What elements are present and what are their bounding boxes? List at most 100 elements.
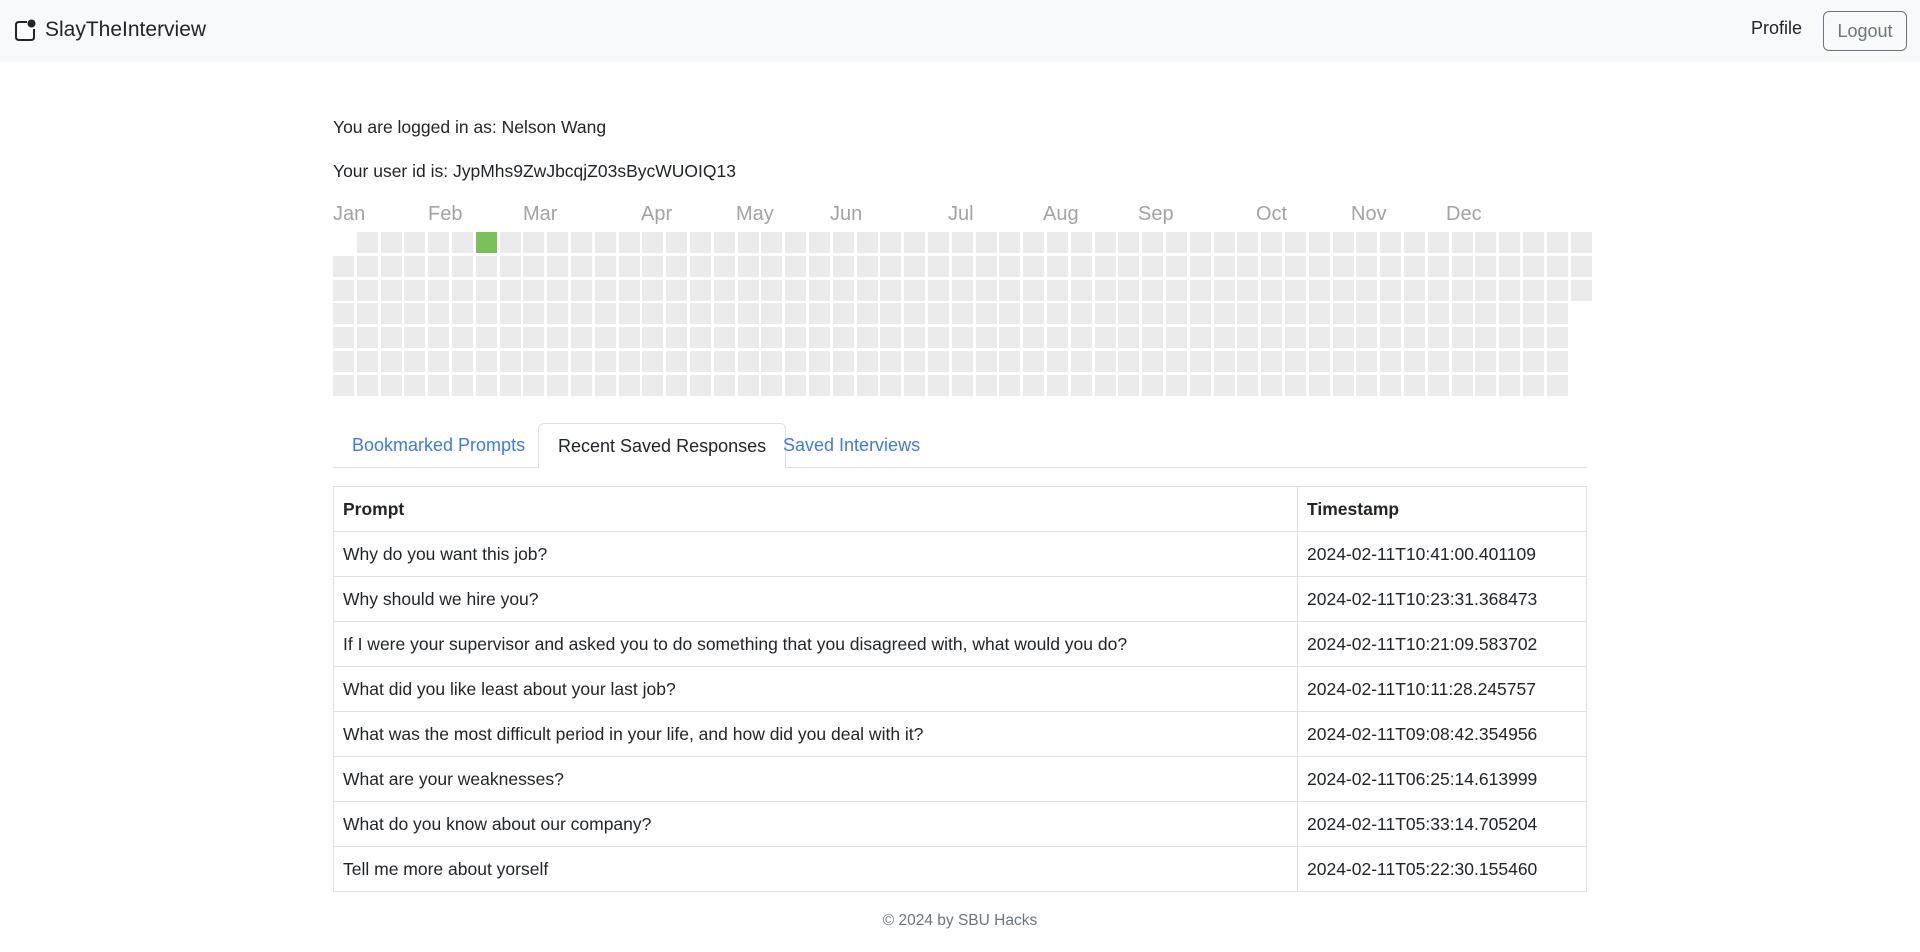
calendar-day-cell — [1475, 351, 1496, 372]
tab-saved-interviews[interactable]: Saved Interviews — [764, 423, 939, 468]
calendar-day-cell — [714, 280, 735, 301]
calendar-day-cell — [928, 327, 949, 348]
month-label: Apr — [641, 203, 673, 225]
calendar-day-cell — [1190, 375, 1211, 396]
calendar-day-cell — [880, 303, 901, 324]
table-row: Tell me more about yorself 2024-02-11T05… — [333, 846, 1587, 892]
calendar-day-cell — [428, 303, 449, 324]
calendar-day-cell — [1071, 351, 1092, 372]
calendar-day-cell — [1523, 351, 1544, 372]
calendar-day-cell — [833, 232, 854, 253]
timestamp-cell: 2024-02-11T05:33:14.705204 — [1297, 801, 1587, 847]
user-id-text: Your user id is: JypMhs9ZwJbcqjZ03sBycWU… — [333, 161, 736, 181]
calendar-day-cell — [1452, 232, 1473, 253]
calendar-day-cell — [809, 351, 830, 372]
month-label: Sep — [1138, 203, 1174, 225]
calendar-day-cell — [381, 256, 402, 277]
calendar-day-cell — [928, 351, 949, 372]
calendar-day-cell — [880, 327, 901, 348]
calendar-day-cell — [714, 375, 735, 396]
calendar-day-cell — [1309, 256, 1330, 277]
calendar-day-cell — [1523, 256, 1544, 277]
brand-link[interactable]: SlayTheInterview — [13, 18, 206, 42]
calendar-day-cell — [785, 351, 806, 372]
calendar-day-cell — [785, 232, 806, 253]
calendar-day-cell — [690, 351, 711, 372]
calendar-day-cell — [357, 303, 378, 324]
calendar-day-cell — [785, 375, 806, 396]
calendar-day-cell — [1166, 280, 1187, 301]
column-header-timestamp: Timestamp — [1297, 486, 1587, 532]
table-row: What did you like least about your last … — [333, 666, 1587, 712]
calendar-day-cell — [761, 303, 782, 324]
calendar-day-cell — [1071, 327, 1092, 348]
calendar-day-cell — [1190, 351, 1211, 372]
calendar-day-cell — [976, 327, 997, 348]
calendar-day-cell — [1166, 256, 1187, 277]
calendar-day-cell — [1237, 351, 1258, 372]
calendar-day-cell — [571, 280, 592, 301]
calendar-day-cell — [690, 327, 711, 348]
calendar-day-cell — [642, 375, 663, 396]
calendar-day-cell — [1118, 375, 1139, 396]
calendar-day-cell — [1237, 232, 1258, 253]
calendar-day-cell — [500, 256, 521, 277]
logout-button[interactable]: Logout — [1823, 11, 1907, 51]
table-row: What was the most difficult period in yo… — [333, 711, 1587, 757]
calendar-day-cell — [1142, 351, 1163, 372]
calendar-day-cell — [1475, 232, 1496, 253]
calendar-day-cell — [500, 351, 521, 372]
calendar-day-cell — [880, 351, 901, 372]
calendar-day-cell — [976, 256, 997, 277]
calendar-day-cell — [666, 303, 687, 324]
calendar-day-cell — [1404, 280, 1425, 301]
calendar-day-cell — [642, 327, 663, 348]
calendar-day-cell — [809, 232, 830, 253]
calendar-day-cell — [547, 375, 568, 396]
calendar-day-cell — [1071, 232, 1092, 253]
calendar-day-cell — [1214, 375, 1235, 396]
calendar-day-cell — [1023, 280, 1044, 301]
calendar-day-cell — [333, 351, 354, 372]
calendar-day-cell — [738, 327, 759, 348]
calendar-day-cell — [595, 351, 616, 372]
month-label: Feb — [428, 203, 463, 225]
calendar-day-cell — [1214, 351, 1235, 372]
calendar-day-cell — [1356, 232, 1377, 253]
calendar-day-cell — [1499, 280, 1520, 301]
calendar-day-cell — [666, 375, 687, 396]
calendar-day-cell — [738, 232, 759, 253]
calendar-day-cell — [1190, 327, 1211, 348]
response-tabs: Bookmarked Prompts Recent Saved Response… — [333, 423, 1587, 469]
profile-link[interactable]: Profile — [1751, 18, 1802, 39]
calendar-day-cell — [500, 375, 521, 396]
calendar-day-cell — [952, 375, 973, 396]
calendar-day-cell — [1023, 232, 1044, 253]
calendar-day-cell — [1118, 256, 1139, 277]
calendar-day-cell — [523, 303, 544, 324]
calendar-day-cell — [714, 256, 735, 277]
calendar-day-cell — [999, 280, 1020, 301]
tab-recent-saved-responses[interactable]: Recent Saved Responses — [538, 423, 787, 469]
calendar-day-cell — [690, 375, 711, 396]
calendar-day-cell — [1452, 280, 1473, 301]
month-label: Mar — [523, 203, 558, 225]
calendar-day-cell — [1261, 280, 1282, 301]
calendar-day-cell — [476, 280, 497, 301]
calendar-day-cell — [1333, 256, 1354, 277]
calendar-day-cell — [880, 375, 901, 396]
calendar-day-cell — [595, 256, 616, 277]
calendar-day-cell — [500, 280, 521, 301]
calendar-day-cell — [381, 327, 402, 348]
calendar-day-cell — [619, 375, 640, 396]
calendar-day-cell — [500, 303, 521, 324]
calendar-day-cell — [571, 232, 592, 253]
calendar-day-cell — [761, 232, 782, 253]
calendar-day-cell — [547, 303, 568, 324]
tab-bookmarked-prompts[interactable]: Bookmarked Prompts — [333, 423, 544, 468]
calendar-day-cell — [1309, 280, 1330, 301]
calendar-day-cell — [785, 280, 806, 301]
calendar-day-cell — [1333, 327, 1354, 348]
calendar-day-cell — [904, 280, 925, 301]
month-label: May — [736, 203, 774, 225]
